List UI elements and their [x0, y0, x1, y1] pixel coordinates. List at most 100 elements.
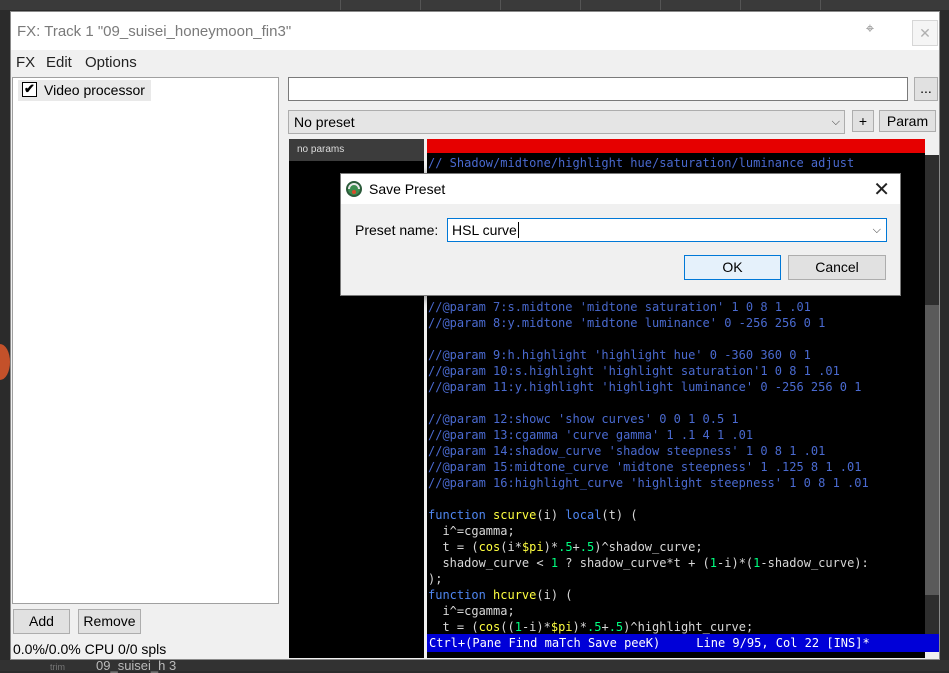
close-icon[interactable]: ✕ [912, 20, 938, 46]
preset-text-input[interactable] [288, 77, 908, 101]
background-track-knob [0, 320, 10, 430]
code-token: )^highlight_curve; [623, 620, 754, 634]
code-token: t = ( [428, 540, 479, 554]
code-line: //@param 8:y.midtone 'midtone luminance'… [428, 315, 869, 331]
code-token: (( [500, 620, 515, 634]
pin-icon[interactable]: ⌖ [861, 20, 879, 40]
scrollbar-thumb[interactable] [925, 305, 939, 595]
code-token: // Shadow/midtone/highlight hue/saturati… [428, 156, 855, 170]
code-line: shadow_curve < 1 ? shadow_curve*t + (1-i… [428, 555, 869, 571]
code-token: //@param 7:s.midtone 'midtone saturation… [428, 300, 811, 314]
code-token: i^=cgamma; [428, 604, 515, 618]
preset-dropdown[interactable]: No preset ⌵ [288, 110, 845, 134]
code-token: 1 [514, 620, 522, 634]
chevron-down-icon[interactable]: ⌵ [873, 219, 881, 241]
code-token: + [572, 540, 580, 554]
ok-button[interactable]: OK [684, 255, 781, 280]
code-token: //@param 13:cgamma 'curve gamma' 1 .1 4 … [428, 428, 754, 442]
fx-chain-list[interactable]: ✔ Video processor [12, 77, 279, 604]
code-token: //@param 10:s.highlight 'highlight satur… [428, 364, 840, 378]
title-bar[interactable]: FX: Track 1 "09_suisei_honeymoon_fin3" ⌖… [11, 12, 939, 50]
code-token: $pi [521, 540, 544, 554]
code-line: t = (cos((1-i)*$pi)*.5+.5)^highlight_cur… [428, 619, 869, 635]
code-token: function [428, 588, 494, 602]
code-token: )* [543, 540, 559, 554]
add-button[interactable]: Add [13, 609, 70, 634]
browse-button[interactable]: ... [914, 77, 938, 101]
code-line: i^=cgamma; [428, 523, 869, 539]
save-preset-dialog: Save Preset ✕ Preset name: HSL curve ⌵ O… [340, 173, 901, 296]
code-token: ? shadow_curve*t + ( [558, 556, 710, 570]
editor-scrollbar[interactable] [925, 155, 939, 634]
code-token: scurve [493, 508, 537, 522]
background-track-strip [0, 0, 949, 10]
code-token: //@param 9:h.highlight 'highlight hue' 0… [428, 348, 811, 362]
menu-edit[interactable]: Edit [46, 54, 72, 71]
code-line: //@param 11:y.highlight 'highlight lumin… [428, 379, 869, 395]
reaper-logo-icon [346, 181, 362, 197]
code-token: .5 [608, 620, 624, 634]
background-track-label: trim 09_suisei_h 3 [0, 658, 949, 673]
code-token: cos [478, 540, 501, 554]
code-token: shadow_curve < [428, 556, 551, 570]
code-token: //@param 12:showc 'show curves' 0 0 1 0.… [428, 412, 739, 426]
code-token: //@param 8:y.midtone 'midtone luminance'… [428, 316, 826, 330]
code-token: .5 [587, 620, 602, 634]
code-token: .5 [558, 540, 573, 554]
code-token: cos [478, 620, 501, 634]
list-item-video-processor[interactable]: ✔ Video processor [18, 80, 151, 101]
code-token: )^shadow_curve; [594, 540, 703, 554]
code-token: -i)* [521, 620, 551, 634]
code-token: + [601, 620, 609, 634]
preset-selected: No preset [294, 114, 355, 130]
code-token: //@param 11:y.highlight 'highlight lumin… [428, 380, 862, 394]
menu-fx[interactable]: FX [16, 54, 35, 71]
menu-bar: FX Edit Options [11, 50, 939, 74]
code-token: -i)*( [717, 556, 754, 570]
code-token: (i) ( [536, 588, 573, 602]
code-token: 1 [709, 556, 718, 570]
code-line: t = (cos(i*$pi)*.5+.5)^shadow_curve; [428, 539, 869, 555]
code-token: //@param 16:highlight_curve 'highlight s… [428, 476, 869, 490]
menu-options[interactable]: Options [85, 54, 137, 71]
add-preset-button[interactable]: + [852, 110, 874, 132]
fx-item-label: Video processor [44, 82, 145, 98]
code-line: // Shadow/midtone/highlight hue/saturati… [428, 155, 869, 171]
preset-name-input[interactable]: HSL curve ⌵ [447, 218, 887, 242]
preset-name-value: HSL curve [452, 222, 517, 238]
remove-button[interactable]: Remove [78, 609, 141, 634]
code-line: //@param 16:highlight_curve 'highlight s… [428, 475, 869, 491]
preset-name-label: Preset name: [355, 222, 439, 238]
code-token: (i* [500, 540, 522, 554]
chevron-down-icon: ⌵ [831, 116, 840, 128]
code-line: //@param 9:h.highlight 'highlight hue' 0… [428, 347, 869, 363]
cpu-status: 0.0%/0.0% CPU 0/0 spls [13, 641, 167, 657]
code-line: //@param 10:s.highlight 'highlight satur… [428, 363, 869, 379]
code-token: -shadow_curve): [760, 556, 869, 570]
code-token: //@param 15:midtone_curve 'midtone steep… [428, 460, 862, 474]
param-button[interactable]: Param [879, 110, 936, 132]
cancel-button[interactable]: Cancel [788, 255, 886, 280]
code-line: //@param 13:cgamma 'curve gamma' 1 .1 4 … [428, 427, 869, 443]
code-line: function hcurve(i) ( [428, 587, 869, 603]
code-token: .5 [579, 540, 595, 554]
close-icon[interactable]: ✕ [873, 177, 890, 202]
code-line: i^=cgamma; [428, 603, 869, 619]
code-line: //@param 12:showc 'show curves' 0 0 1 0.… [428, 411, 869, 427]
code-token: i^=cgamma; [428, 524, 515, 538]
fx-window: FX: Track 1 "09_suisei_honeymoon_fin3" ⌖… [10, 11, 940, 660]
code-token: t = ( [428, 620, 479, 634]
dialog-title-bar[interactable]: Save Preset ✕ [341, 174, 900, 204]
code-token: $pi [550, 620, 573, 634]
code-token: )* [572, 620, 587, 634]
code-token: hcurve [493, 588, 537, 602]
code-line: //@param 15:midtone_curve 'midtone steep… [428, 459, 869, 475]
code-token: function [428, 508, 494, 522]
enable-checkbox[interactable]: ✔ [22, 82, 37, 97]
code-token: //@param 14:shadow_curve 'shadow steepne… [428, 444, 826, 458]
code-line: //@param 14:shadow_curve 'shadow steepne… [428, 443, 869, 459]
code-token: ); [428, 572, 443, 586]
